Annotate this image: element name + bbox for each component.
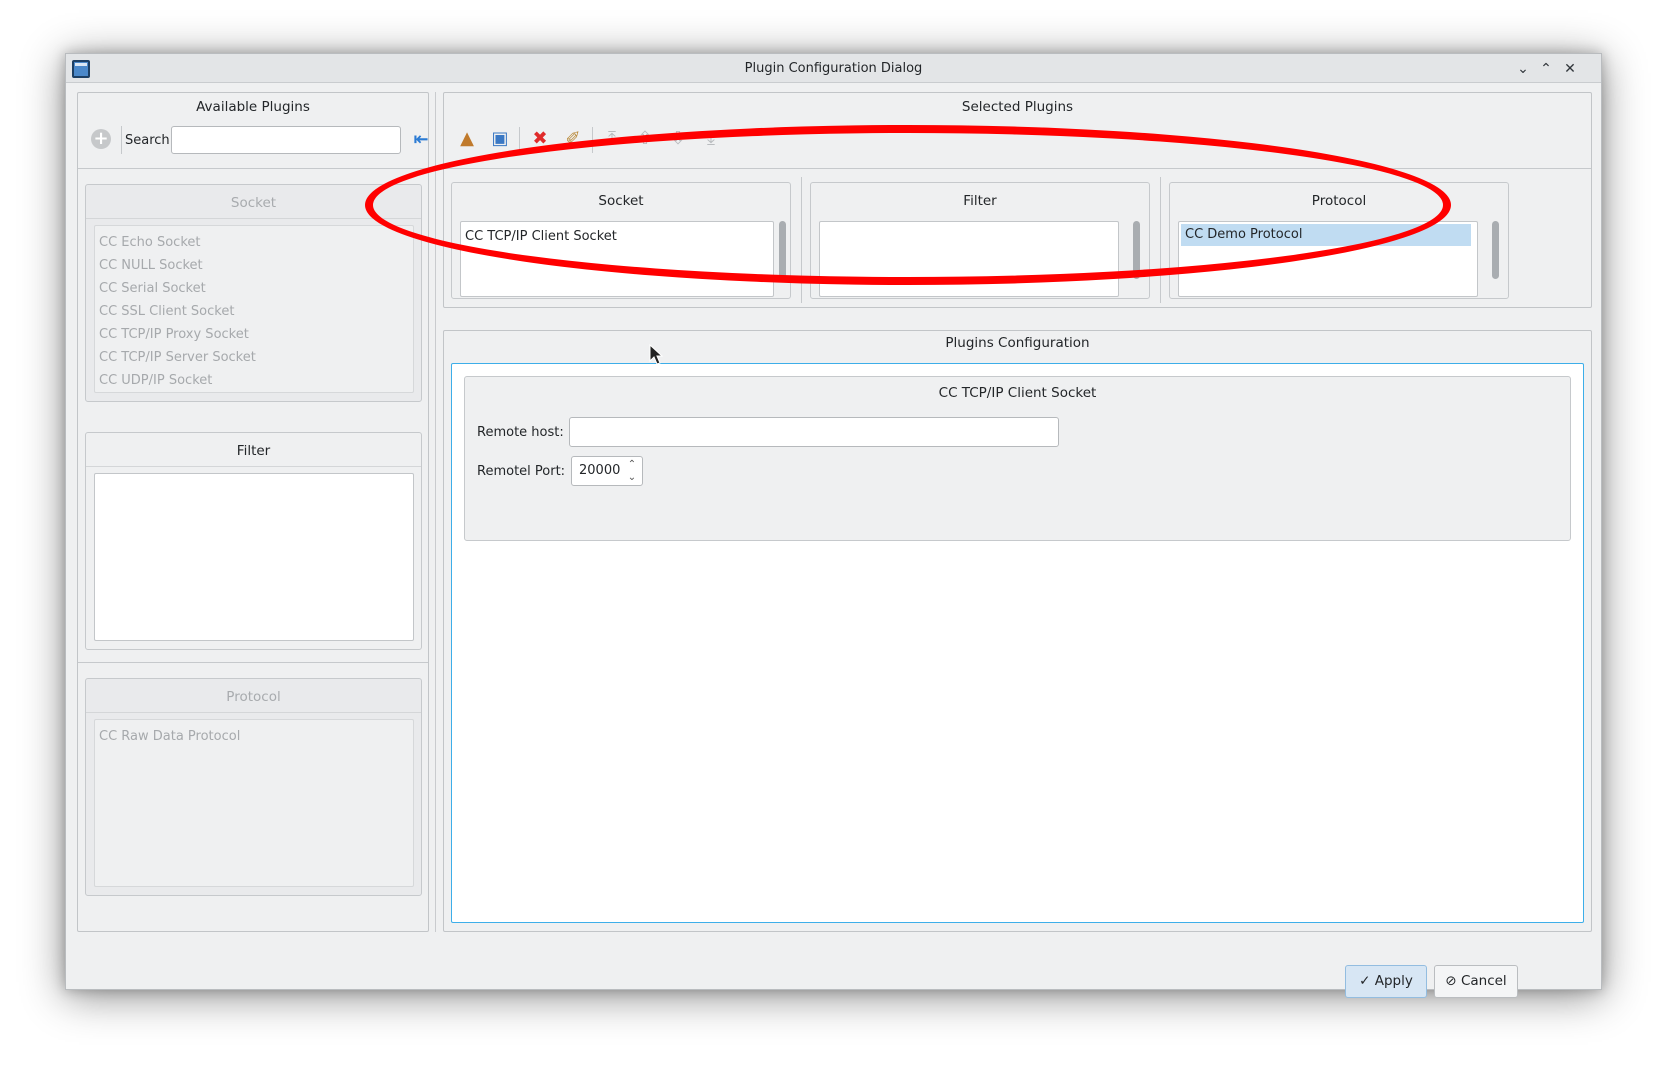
spin-up-icon[interactable]: ⌃	[625, 458, 639, 471]
divider	[78, 662, 428, 663]
title-bar: Plugin Configuration Dialog ⌄ ⌃ ✕	[66, 54, 1601, 83]
list-item[interactable]: CC Serial Socket	[99, 278, 206, 300]
remote-port-spinbox[interactable]: 20000 ⌃ ⌄	[571, 456, 643, 486]
search-label: Search:	[125, 133, 175, 148]
available-protocol-list[interactable]: CC Raw Data Protocol	[94, 719, 414, 887]
mouse-cursor-icon	[649, 344, 664, 365]
cancel-label: Cancel	[1460, 973, 1507, 989]
annotation-ellipse	[365, 125, 1451, 285]
search-input[interactable]	[171, 126, 401, 154]
window-title: Plugin Configuration Dialog	[744, 61, 923, 76]
scrollbar[interactable]	[1492, 221, 1499, 279]
list-item[interactable]: CC UDP/IP Socket	[99, 370, 212, 392]
remote-port-value: 20000	[579, 463, 621, 478]
selected-plugins-title: Selected Plugins	[961, 99, 1074, 115]
plugin-config-title: CC TCP/IP Client Socket	[938, 385, 1097, 401]
divider	[86, 218, 421, 219]
remote-port-label: Remotel Port:	[477, 464, 566, 479]
list-item[interactable]: CC SSL Client Socket	[99, 301, 234, 323]
apply-label: Apply	[1374, 973, 1413, 989]
tcp-client-config-group: CC TCP/IP Client Socket Remote host: Rem…	[464, 376, 1571, 541]
remote-host-label: Remote host:	[477, 425, 564, 440]
add-plugin-icon[interactable]: +	[91, 129, 111, 149]
available-protocol-group: Protocol CC Raw Data Protocol	[85, 678, 422, 896]
remote-host-input[interactable]	[569, 417, 1059, 447]
load-config-icon[interactable]: ▲	[453, 125, 481, 153]
filter-group-title: Filter	[236, 443, 271, 459]
maximize-icon[interactable]: ⌃	[1535, 58, 1557, 80]
list-item[interactable]: CC TCP/IP Server Socket	[99, 347, 256, 369]
available-plugins-title: Available Plugins	[196, 99, 310, 115]
config-scroll-area: CC TCP/IP Client Socket Remote host: Rem…	[451, 363, 1584, 923]
available-filter-list[interactable]	[94, 473, 414, 641]
cancel-icon: ⊘	[1445, 973, 1457, 989]
plugins-configuration-pane: Plugins Configuration CC TCP/IP Client S…	[443, 330, 1592, 932]
minimize-icon[interactable]: ⌄	[1512, 58, 1534, 80]
close-icon[interactable]: ✕	[1559, 58, 1581, 80]
divider	[78, 168, 428, 169]
list-item[interactable]: CC TCP/IP Proxy Socket	[99, 324, 249, 346]
apply-button[interactable]: ✓ Apply	[1345, 965, 1427, 998]
spin-down-icon[interactable]: ⌄	[625, 471, 639, 484]
list-item[interactable]: CC NULL Socket	[99, 255, 203, 277]
divider	[86, 466, 421, 467]
clear-search-icon[interactable]: ⇤	[411, 130, 431, 150]
available-filter-group: Filter	[85, 432, 422, 650]
protocol-group-title: Protocol	[226, 689, 281, 705]
plugins-configuration-title: Plugins Configuration	[945, 335, 1090, 351]
check-icon: ✓	[1359, 973, 1371, 989]
divider	[86, 712, 421, 713]
available-socket-list[interactable]: CC Echo Socket CC NULL Socket CC Serial …	[94, 225, 414, 393]
list-item[interactable]: CC Echo Socket	[99, 232, 201, 254]
toolbar-separator	[121, 126, 122, 154]
cancel-button[interactable]: ⊘ Cancel	[1434, 965, 1518, 998]
list-item[interactable]: CC Raw Data Protocol	[99, 726, 240, 748]
save-config-icon[interactable]: ▣	[486, 125, 514, 153]
